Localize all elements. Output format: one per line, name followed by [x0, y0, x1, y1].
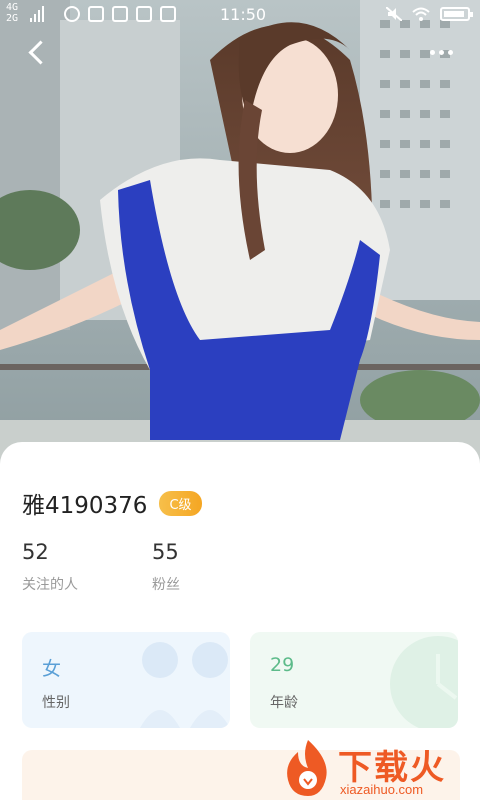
following-label: 关注的人 — [22, 577, 78, 593]
signal-icon — [30, 6, 44, 22]
wifi-icon — [412, 7, 430, 21]
profile-cover-photo — [0, 0, 480, 470]
fans-count: 55 — [152, 540, 179, 564]
more-dot — [439, 49, 444, 55]
battery-icon — [440, 7, 473, 21]
app-notification-icon — [64, 6, 80, 22]
age-label: 年龄 — [270, 695, 298, 711]
level-badge: C级 — [159, 490, 202, 516]
flame-logo-icon — [287, 740, 327, 796]
status-bar: 4G 2G 11:50 — [0, 0, 480, 30]
status-time: 11:50 — [220, 5, 267, 24]
fans-stat[interactable]: 55 粉丝 — [152, 540, 180, 594]
username: 雅4190376 — [22, 493, 148, 519]
name-row: 雅4190376 C级 — [22, 486, 202, 520]
network-indicator: 4G 2G — [6, 2, 18, 24]
more-dots-icon — [430, 49, 435, 55]
mute-icon — [386, 7, 402, 21]
gender-value: 女 — [42, 658, 62, 680]
age-value: 29 — [270, 654, 295, 676]
more-options-button[interactable] — [430, 44, 460, 60]
gender-label: 性别 — [42, 695, 70, 711]
following-count: 52 — [22, 540, 49, 564]
gender-decoration-icon — [140, 642, 230, 728]
clock-icon — [390, 636, 458, 728]
following-stat[interactable]: 52 关注的人 — [22, 540, 78, 594]
network-type-top: 4G — [6, 2, 19, 13]
fans-label: 粉丝 — [152, 577, 180, 593]
network-type-bottom: 2G — [6, 13, 19, 24]
watermark-domain: xiazaihuo.com — [340, 782, 424, 797]
more-dot — [448, 49, 453, 55]
usb-icon — [136, 6, 152, 22]
back-button[interactable] — [22, 38, 52, 68]
image-icon — [160, 6, 176, 22]
gender-tile: 女 性别 — [22, 632, 230, 728]
watermark-logo: 下载火 xiazaihuo.com — [280, 738, 480, 800]
message-icon — [112, 6, 128, 22]
notification-icons — [64, 6, 176, 22]
age-tile: 29 年龄 — [250, 632, 458, 728]
screenshot-icon — [88, 6, 104, 22]
